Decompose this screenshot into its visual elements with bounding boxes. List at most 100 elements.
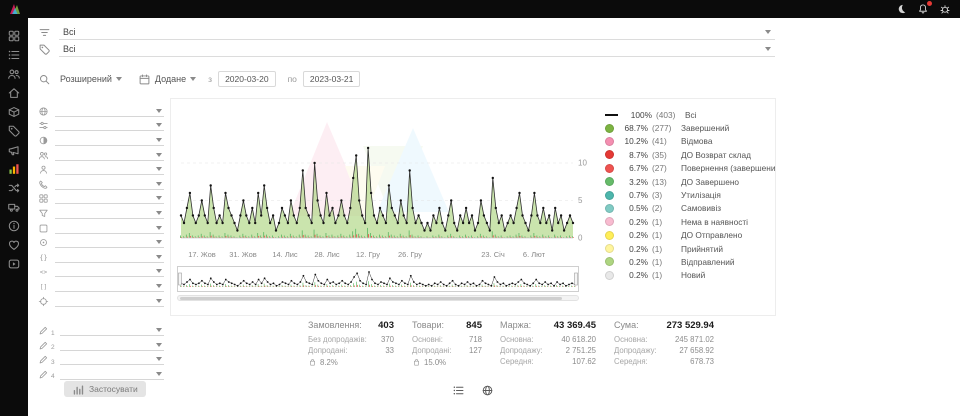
nav-customers[interactable]: [5, 66, 23, 81]
stat-sublabel: Основна:: [500, 335, 534, 346]
filter-row-website-select[interactable]: [55, 237, 164, 248]
svg-text:[]: []: [39, 284, 46, 291]
filter-row-phone-select[interactable]: [55, 179, 164, 190]
chart-scrollbar[interactable]: [177, 295, 579, 301]
legend-item[interactable]: 0.2%(1)ДО Отправлено: [605, 229, 775, 242]
legend-label: Нема в наявності: [681, 217, 748, 227]
legend-item[interactable]: 3.2%(13)ДО Завершено: [605, 175, 775, 188]
date-from-input[interactable]: 2020-03-20: [218, 71, 275, 87]
chevron-down-icon: [156, 138, 162, 142]
legend-item[interactable]: 0.2%(1)Відправлений: [605, 255, 775, 268]
nav-analytics[interactable]: [5, 161, 23, 176]
legend-label: Всі: [685, 110, 697, 120]
notifications-icon[interactable]: [917, 3, 929, 15]
apply-button[interactable]: Застосувати: [64, 381, 146, 397]
legend-item[interactable]: 6.7%(27)Повернення (завершений): [605, 162, 775, 175]
theme-toggle-icon[interactable]: [895, 3, 907, 15]
chevron-down-icon: [765, 47, 771, 51]
nav-campaigns[interactable]: [5, 142, 23, 157]
legend-percent: 0.2%: [619, 230, 648, 240]
app-logo[interactable]: [7, 2, 21, 16]
x-tick-label: 17. Жов: [181, 250, 223, 259]
filter-row-channel: [36, 119, 164, 134]
filter-row-channel-select[interactable]: [55, 120, 164, 131]
svg-text:<>: <>: [39, 269, 47, 276]
filter-mode-value: Розширений: [60, 74, 112, 84]
target-icon: [36, 237, 50, 248]
tags-select[interactable]: Всі: [59, 42, 775, 57]
legend-percent: 0.2%: [619, 244, 648, 254]
pencil-icon: [36, 325, 50, 336]
funnel-icon: [36, 208, 50, 219]
field-number: 2: [51, 344, 55, 351]
pencil-icon: [36, 369, 50, 380]
chart-legend: 100%(403)Всі68.7%(277)Завершений10.2%(41…: [595, 99, 775, 315]
date-to-input[interactable]: 2023-03-21: [303, 71, 360, 87]
nav-products[interactable]: [5, 104, 23, 119]
legend-item[interactable]: 0.7%(3)Утилізація: [605, 188, 775, 201]
filter-mode-select[interactable]: Розширений: [60, 74, 122, 84]
custom-field-4-select[interactable]: [60, 369, 164, 380]
filter-row-source-select[interactable]: [55, 106, 164, 117]
nav-tutorials[interactable]: [5, 256, 23, 271]
stat-subrow: Середня:678.73: [614, 357, 714, 368]
legend-swatch: [605, 204, 614, 213]
custom-field-3-select[interactable]: [60, 354, 164, 365]
nav-shipping[interactable]: [5, 199, 23, 214]
nav-storefront[interactable]: [5, 85, 23, 100]
legend-count: (1): [652, 217, 679, 227]
stat-sublabel: Середня:: [614, 357, 648, 368]
chevron-down-icon: [116, 77, 122, 81]
search-icon[interactable]: [38, 73, 51, 86]
table-view-icon[interactable]: [452, 384, 465, 397]
filter-row-manager-select[interactable]: [55, 150, 164, 161]
filter-row-status-select[interactable]: [55, 135, 164, 146]
nav-integrations[interactable]: [5, 180, 23, 195]
bug-report-icon[interactable]: [939, 3, 951, 15]
x-tick-label: 6. Лют: [513, 250, 555, 259]
legend-item[interactable]: 0.2%(1)Новий: [605, 269, 775, 282]
legend-count: (403): [656, 110, 683, 120]
legend-item[interactable]: 100%(403)Всі: [605, 108, 775, 121]
nav-about[interactable]: [5, 218, 23, 233]
tags-filter-row: Всі: [28, 41, 775, 57]
custom-field-1-select[interactable]: [60, 325, 164, 336]
sidebar-nav: [0, 18, 28, 416]
legend-swatch: [605, 191, 614, 200]
legend-count: (35): [652, 150, 679, 160]
legend-item[interactable]: 8.7%(35)ДО Возврат склад: [605, 148, 775, 161]
filter-row-funnel-select[interactable]: [55, 208, 164, 219]
filter-row-utm-select[interactable]: [55, 252, 164, 263]
custom-field-2-select[interactable]: [60, 340, 164, 351]
legend-swatch: [605, 164, 614, 173]
legend-item[interactable]: 0.2%(1)Нема в наявності: [605, 215, 775, 228]
date-field-select[interactable]: Додане: [138, 73, 196, 86]
chart-navigator[interactable]: [177, 266, 579, 292]
filter-row-expression-select[interactable]: [55, 266, 164, 277]
scrollbar-handle[interactable]: [180, 297, 562, 300]
legend-label: Новий: [681, 270, 705, 280]
globe-view-icon[interactable]: [481, 384, 494, 397]
chevron-down-icon: [156, 255, 162, 259]
nav-tags[interactable]: [5, 123, 23, 138]
stat-subvalue: 40 618.20: [561, 335, 596, 346]
chevron-down-icon: [156, 182, 162, 186]
filter-row-geo-select[interactable]: [55, 296, 164, 307]
filter-row-params-select[interactable]: [55, 281, 164, 292]
legend-label: Завершений: [681, 123, 729, 133]
legend-item[interactable]: 68.7%(277)Завершений: [605, 121, 775, 134]
nav-dashboard[interactable]: [5, 28, 23, 43]
filter-row-category-select[interactable]: [55, 193, 164, 204]
notification-badge: [927, 1, 932, 6]
legend-item[interactable]: 10.2%(41)Відмова: [605, 135, 775, 148]
nav-partners[interactable]: [5, 237, 23, 252]
legend-item[interactable]: 0.5%(2)Самовивіз: [605, 202, 775, 215]
orders-timeline-chart[interactable]: 0510: [177, 104, 589, 250]
bag-icon: [412, 358, 421, 367]
filter-row-product-select[interactable]: [55, 223, 164, 234]
nav-orders[interactable]: [5, 47, 23, 62]
legend-item[interactable]: 0.2%(1)Прийнятий: [605, 242, 775, 255]
stat-label: Замовлення:: [308, 320, 362, 330]
filter-row-client-select[interactable]: [55, 164, 164, 175]
statuses-select[interactable]: Всі: [59, 25, 775, 40]
